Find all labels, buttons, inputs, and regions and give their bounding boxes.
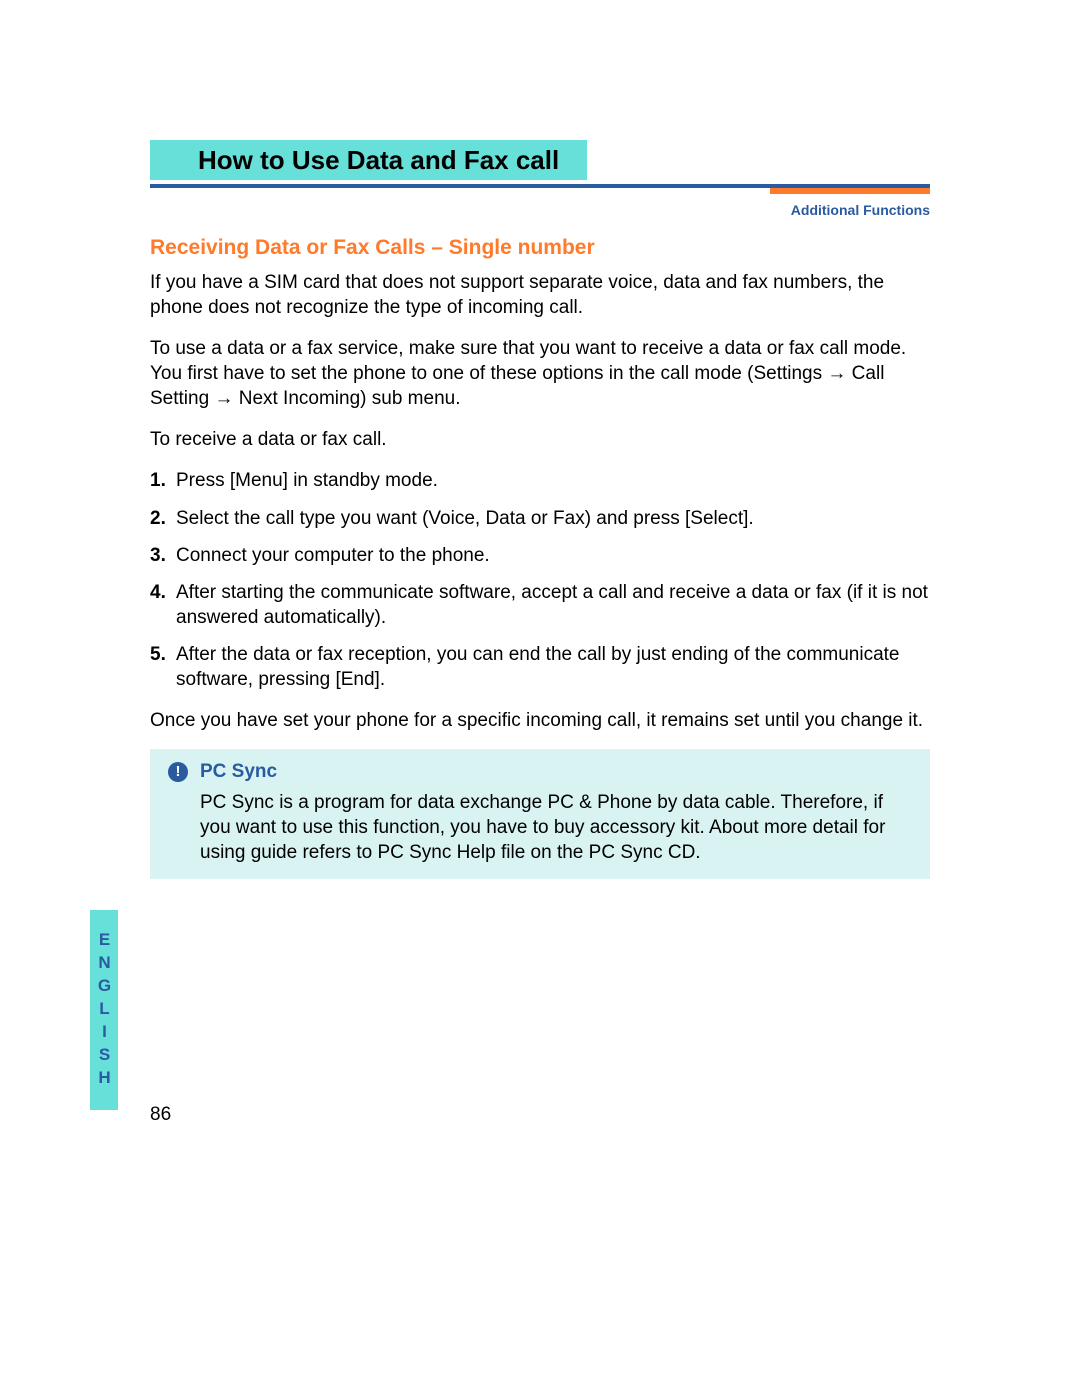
language-tab: ENGLISH xyxy=(90,910,134,1110)
list-text: Select the call type you want (Voice, Da… xyxy=(176,506,754,531)
text-fragment: Next Incoming) sub menu. xyxy=(233,388,460,409)
ordered-list: 1.Press [Menu] in standby mode. 2.Select… xyxy=(150,468,930,692)
paragraph: If you have a SIM card that does not sup… xyxy=(150,270,930,320)
page-title: How to Use Data and Fax call xyxy=(184,140,587,180)
list-text: Connect your computer to the phone. xyxy=(176,543,490,568)
list-text: After the data or fax reception, you can… xyxy=(176,642,930,692)
note-header: ! PC Sync xyxy=(150,749,930,788)
list-number: 5. xyxy=(150,642,176,692)
list-text: Press [Menu] in standby mode. xyxy=(176,468,438,493)
section-heading: Receiving Data or Fax Calls – Single num… xyxy=(150,236,930,260)
breadcrumb: Additional Functions xyxy=(150,202,930,218)
list-item: 1.Press [Menu] in standby mode. xyxy=(150,468,930,493)
underline-accent xyxy=(770,188,930,194)
list-number: 2. xyxy=(150,506,176,531)
note-title: PC Sync xyxy=(200,759,277,784)
paragraph: To use a data or a fax service, make sur… xyxy=(150,336,930,411)
title-bar: How to Use Data and Fax call xyxy=(150,140,930,196)
document-page: How to Use Data and Fax call Additional … xyxy=(0,0,1080,1376)
list-item: 2.Select the call type you want (Voice, … xyxy=(150,506,930,531)
text-fragment: To use a data or a fax service, make sur… xyxy=(150,338,906,384)
note-box: ! PC Sync PC Sync is a program for data … xyxy=(150,749,930,879)
arrow-icon: → xyxy=(214,388,233,409)
info-icon: ! xyxy=(168,762,188,782)
list-item: 4.After starting the communicate softwar… xyxy=(150,580,930,630)
list-item: 3.Connect your computer to the phone. xyxy=(150,543,930,568)
list-number: 1. xyxy=(150,468,176,493)
arrow-icon: → xyxy=(827,363,846,384)
page-number: 86 xyxy=(150,1104,171,1126)
note-body: PC Sync is a program for data exchange P… xyxy=(150,788,930,879)
tab-label: ENGLISH xyxy=(94,930,114,1091)
paragraph: To receive a data or fax call. xyxy=(150,427,930,452)
list-item: 5.After the data or fax reception, you c… xyxy=(150,642,930,692)
tab-label-wrap: ENGLISH xyxy=(90,910,118,1110)
list-number: 4. xyxy=(150,580,176,630)
title-underline xyxy=(150,184,930,194)
paragraph: Once you have set your phone for a speci… xyxy=(150,708,930,733)
list-text: After starting the communicate software,… xyxy=(176,580,930,630)
body-content: If you have a SIM card that does not sup… xyxy=(150,270,930,879)
list-number: 3. xyxy=(150,543,176,568)
